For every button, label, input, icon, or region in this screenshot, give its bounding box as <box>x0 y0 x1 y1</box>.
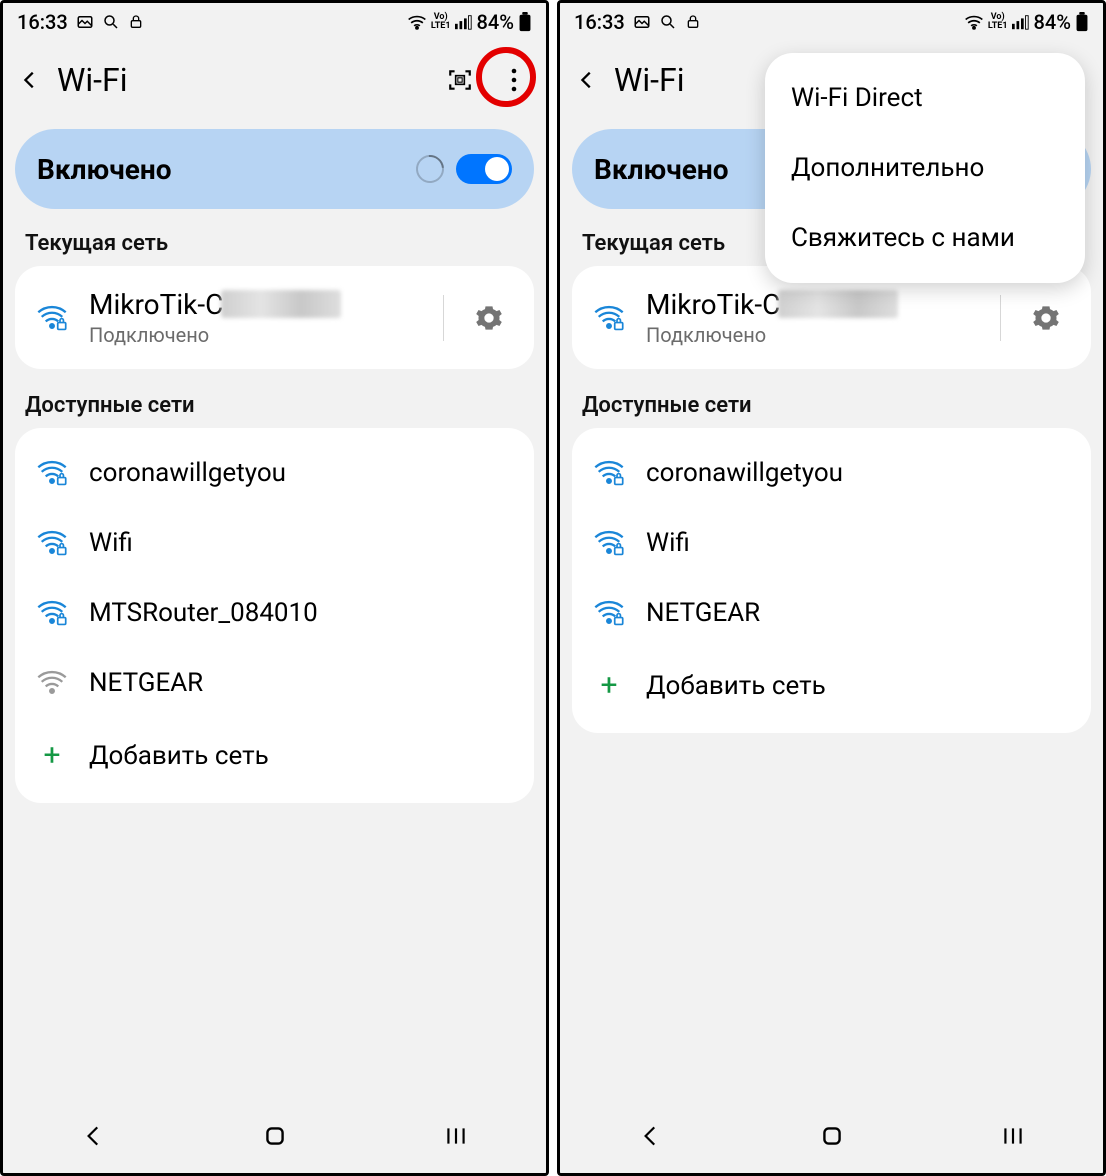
menu-item-advanced[interactable]: Дополнительно <box>765 133 1085 203</box>
wifi-secure-icon <box>592 459 626 487</box>
current-network-row[interactable]: MikroTik-C Подключено <box>572 276 1091 359</box>
system-nav-bar <box>560 1103 1103 1173</box>
volte-icon: Vo)LTE1 <box>431 13 451 31</box>
menu-item-contact-us[interactable]: Свяжитесь с нами <box>765 203 1085 273</box>
back-icon[interactable] <box>19 66 41 94</box>
network-name: coronawillgetyou <box>89 458 514 488</box>
menu-item-wifi-direct[interactable]: Wi-Fi Direct <box>765 63 1085 133</box>
network-row[interactable]: NETGEAR <box>572 578 1091 648</box>
current-network-name: MikroTik-C <box>646 288 980 321</box>
network-name: Wifi <box>89 528 514 558</box>
wifi-secure-icon <box>35 529 69 557</box>
wifi-secure-icon <box>35 304 69 332</box>
available-networks-card: coronawillgetyou Wifi NETGEAR + Добавить… <box>572 428 1091 733</box>
current-network-status: Подключено <box>89 323 423 347</box>
network-row[interactable]: coronawillgetyou <box>572 438 1091 508</box>
network-name: MTSRouter_084010 <box>89 598 514 628</box>
status-bar: 16:33 Vo)LTE1 84% <box>3 3 546 41</box>
gallery-icon <box>633 13 651 31</box>
network-row[interactable]: Wifi <box>572 508 1091 578</box>
gallery-icon <box>76 13 94 31</box>
wifi-secure-icon <box>592 304 626 332</box>
more-menu-button[interactable] <box>492 58 536 102</box>
battery-icon <box>518 12 532 32</box>
wifi-toggle-label: Включено <box>37 153 404 186</box>
divider <box>443 295 444 341</box>
cell-signal-icon <box>1012 14 1030 30</box>
current-network-card: MikroTik-C Подключено <box>15 266 534 369</box>
status-bar: 16:33 Vo)LTE1 84% <box>560 3 1103 41</box>
wifi-secure-icon <box>592 529 626 557</box>
nav-home-button[interactable] <box>819 1123 845 1153</box>
battery-percent: 84% <box>477 10 514 34</box>
wifi-secure-icon <box>592 599 626 627</box>
current-network-row[interactable]: MikroTik-C Подключено <box>15 276 534 359</box>
redacted-ssid-part <box>221 290 341 318</box>
redacted-ssid-part <box>778 290 898 318</box>
wifi-switch[interactable] <box>456 154 512 184</box>
wifi-signal-icon <box>964 14 984 30</box>
network-settings-button[interactable] <box>1021 304 1071 332</box>
add-network-row[interactable]: + Добавить сеть <box>572 648 1091 723</box>
nav-back-button[interactable] <box>81 1123 107 1153</box>
battery-percent: 84% <box>1034 10 1071 34</box>
network-name: coronawillgetyou <box>646 458 1071 488</box>
add-network-label: Добавить сеть <box>646 671 1071 701</box>
system-nav-bar <box>3 1103 546 1173</box>
battery-icon <box>1075 12 1089 32</box>
lock-icon <box>128 13 144 31</box>
divider <box>1000 295 1001 341</box>
page-title: Wi-Fi <box>614 61 684 99</box>
status-time: 16:33 <box>17 10 68 34</box>
network-row[interactable]: NETGEAR <box>15 648 534 718</box>
section-available-networks: Доступные сети <box>560 387 1103 428</box>
search-icon <box>659 13 677 31</box>
current-network-name: MikroTik-C <box>89 288 423 321</box>
nav-home-button[interactable] <box>262 1123 288 1153</box>
plus-icon: + <box>592 668 626 703</box>
network-name: Wifi <box>646 528 1071 558</box>
nav-back-button[interactable] <box>638 1123 664 1153</box>
add-network-label: Добавить сеть <box>89 741 514 771</box>
wifi-open-icon <box>35 669 69 697</box>
network-settings-button[interactable] <box>464 304 514 332</box>
back-icon[interactable] <box>576 66 598 94</box>
nav-recents-button[interactable] <box>1000 1125 1026 1151</box>
phone-left: 16:33 Vo)LTE1 84% <box>0 0 549 1176</box>
wifi-signal-icon <box>407 14 427 30</box>
wifi-secure-icon <box>35 599 69 627</box>
volte-icon: Vo)LTE1 <box>988 13 1008 31</box>
network-name: NETGEAR <box>646 598 1071 628</box>
network-row[interactable]: MTSRouter_084010 <box>15 578 534 648</box>
page-title: Wi-Fi <box>57 61 127 99</box>
loading-spinner-icon <box>410 149 449 188</box>
available-networks-card: coronawillgetyou Wifi MTSRouter_084010 N… <box>15 428 534 803</box>
status-time: 16:33 <box>574 10 625 34</box>
qr-scan-button[interactable] <box>438 58 482 102</box>
wifi-toggle-row[interactable]: Включено <box>15 129 534 209</box>
nav-recents-button[interactable] <box>443 1125 469 1151</box>
section-current-network: Текущая сеть <box>3 225 546 266</box>
network-row[interactable]: Wifi <box>15 508 534 578</box>
lock-icon <box>685 13 701 31</box>
section-available-networks: Доступные сети <box>3 387 546 428</box>
plus-icon: + <box>35 738 69 773</box>
phone-right: 16:33 Vo)LTE1 84% <box>557 0 1106 1176</box>
app-header: Wi-Fi <box>3 41 546 119</box>
network-row[interactable]: coronawillgetyou <box>15 438 534 508</box>
current-network-status: Подключено <box>646 323 980 347</box>
search-icon <box>102 13 120 31</box>
add-network-row[interactable]: + Добавить сеть <box>15 718 534 793</box>
network-name: NETGEAR <box>89 668 514 698</box>
overflow-menu: Wi-Fi Direct Дополнительно Свяжитесь с н… <box>765 53 1085 283</box>
wifi-secure-icon <box>35 459 69 487</box>
cell-signal-icon <box>455 14 473 30</box>
